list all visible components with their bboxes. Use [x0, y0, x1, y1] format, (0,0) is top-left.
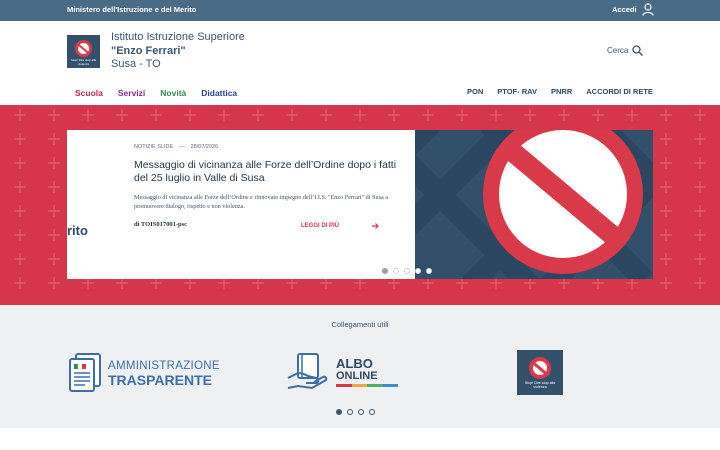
useful-links-heading: Collegamenti utili	[331, 320, 389, 329]
nav-item-scuola[interactable]: Scuola	[75, 88, 103, 98]
albo-color-bar	[336, 384, 398, 387]
stop-violence-link[interactable]: Stop! Dire stop alla violenza	[517, 350, 563, 395]
logo-caption: Stop! Dire stop alla violenza	[70, 58, 97, 66]
links-carousel-dot[interactable]	[336, 409, 342, 415]
carousel-dot[interactable]	[404, 268, 410, 274]
albo-color-segment	[351, 384, 367, 387]
page-bottom	[0, 428, 720, 450]
useful-links-section: Collegamenti utili AMMINISTRAZIONE TRASP…	[0, 305, 720, 428]
main-nav: Scuola Servizi Novità Didattica	[75, 88, 237, 98]
login-label: Accedi	[612, 5, 637, 14]
read-more-link[interactable]: LEGGI DI PIÙ	[301, 222, 379, 230]
albo-line1: ALBO	[336, 356, 373, 371]
carousel-dot[interactable]	[382, 268, 388, 274]
stop-sign-icon	[75, 40, 92, 57]
albo-color-segment	[367, 384, 383, 387]
login-button[interactable]: Accedi	[612, 3, 654, 16]
links-carousel-dot[interactable]	[347, 409, 353, 415]
search-icon	[632, 45, 644, 56]
documents-icon	[69, 353, 101, 392]
search-label: Cerca	[607, 46, 629, 55]
albo-color-segment	[336, 384, 352, 387]
links-carousel-dots	[336, 409, 375, 415]
top-bar: Ministero dell'Istruzione e del Merito A…	[0, 0, 720, 21]
links-carousel-dot[interactable]	[369, 409, 375, 415]
previous-slide-fragment: rito	[67, 223, 88, 238]
school-name[interactable]: Istituto Istruzione Superiore "Enzo Ferr…	[111, 31, 245, 72]
nav-item-pon[interactable]: PON	[467, 87, 483, 96]
nav-item-novita[interactable]: Novità	[160, 88, 186, 98]
hero-carousel: rito NOTIZIE SLIDE — 28/07/2026 Messaggi…	[0, 105, 720, 305]
news-meta: NOTIZIE SLIDE — 28/07/2026	[134, 144, 218, 150]
albo-line2: ONLINE	[336, 370, 378, 382]
nav-item-servizi[interactable]: Servizi	[118, 88, 145, 98]
nav-item-accordi-di-rete[interactable]: ACCORDI DI RETE	[586, 87, 653, 96]
carousel-dot[interactable]	[393, 268, 399, 274]
amministrazione-trasparente-link[interactable]: AMMINISTRAZIONE TRASPARENTE	[67, 352, 220, 394]
ministry-link[interactable]: Ministero dell'Istruzione e del Merito	[67, 5, 196, 14]
school-name-line3: Susa - TO	[111, 58, 161, 70]
carousel-dot[interactable]	[415, 268, 421, 274]
read-more-label: LEGGI DI PIÙ	[301, 223, 340, 229]
albo-online-link[interactable]: ALBO ONLINE	[286, 352, 398, 392]
search-button[interactable]: Cerca	[607, 45, 644, 56]
user-icon	[642, 3, 654, 16]
stop-logo-caption: Stop! Dire stop alla violenza	[524, 381, 556, 389]
nav-item-didattica[interactable]: Didattica	[201, 88, 237, 98]
hand-document-icon	[287, 353, 328, 390]
amm-line2: TRASPARENTE	[108, 372, 212, 388]
header: Stop! Dire stop alla violenza Istituto I…	[0, 21, 720, 105]
arrow-right-icon	[372, 223, 379, 229]
news-image[interactable]	[415, 130, 653, 279]
school-logo[interactable]: Stop! Dire stop alla violenza	[67, 35, 100, 68]
stop-sign-icon	[415, 130, 653, 279]
carousel-dots	[382, 268, 432, 274]
stop-sign-icon	[529, 357, 551, 379]
news-category[interactable]: NOTIZIE SLIDE	[134, 144, 173, 150]
meta-separator: —	[179, 144, 185, 150]
news-card: rito NOTIZIE SLIDE — 28/07/2026 Messaggi…	[67, 130, 415, 279]
school-name-line2: "Enzo Ferrari"	[111, 44, 186, 57]
news-description: Messaggio di vicinanza alle Forze dell’O…	[134, 194, 389, 210]
news-date: 28/07/2026	[190, 144, 219, 150]
carousel-dot[interactable]	[426, 268, 432, 274]
nav-item-pnrr[interactable]: PNRR	[551, 87, 572, 96]
news-author: di TOIS017001-psc	[134, 221, 188, 228]
school-name-line1: Istituto Istruzione Superiore	[111, 31, 245, 43]
amm-line1: AMMINISTRAZIONE	[108, 360, 220, 372]
links-carousel-dot[interactable]	[358, 409, 364, 415]
news-title[interactable]: Messaggio di vicinanza alle Forze dell’O…	[134, 159, 399, 185]
nav-item-ptof-rav[interactable]: PTOF- RAV	[497, 87, 537, 96]
albo-color-segment	[382, 384, 398, 387]
secondary-nav: PON PTOF- RAV PNRR ACCORDI DI RETE	[467, 87, 653, 96]
